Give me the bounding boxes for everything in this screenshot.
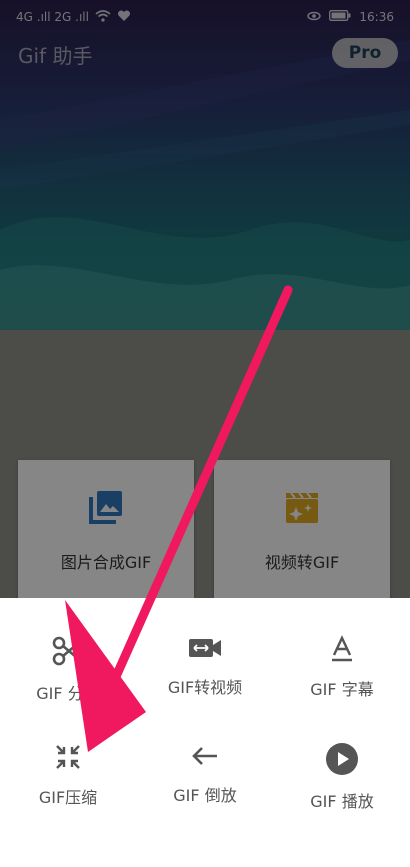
card-label: 图片合成GIF [60,553,152,572]
gif-to-video-label: GIF转视频 [167,678,243,697]
card-images-to-gif[interactable]: 图片合成GIF [18,460,194,600]
arrow-left-icon [185,742,225,770]
gif-split-button[interactable]: GIF 分割 [0,598,136,703]
gif-reverse-label: GIF 倒放 [173,786,237,805]
card-label: 视频转GIF [264,553,340,572]
status-left: 4G .ıll 2G .ıll [16,9,131,25]
battery-icon [329,10,351,24]
pro-button[interactable]: Pro [332,38,398,68]
heart-monitor-icon [117,9,131,25]
scissors-icon [48,634,88,668]
movie-sparkle-icon [282,487,322,531]
text-format-icon [322,634,362,664]
clock-time: 16:36 [359,10,394,24]
signal-indicators: 4G .ıll 2G .ıll [16,10,89,24]
gif-caption-button[interactable]: GIF 字幕 [274,598,410,699]
card-video-to-gif[interactable]: 视频转GIF [214,460,390,600]
wifi-icon [95,9,111,25]
gif-reverse-button[interactable]: GIF 倒放 [137,706,273,806]
gif-compress-label: GIF压缩 [38,788,98,807]
gif-play-button[interactable]: GIF 播放 [274,706,410,811]
status-right: 16:36 [307,10,394,24]
image-gallery-icon [86,487,126,531]
status-bar: 4G .ıll 2G .ıll 16:36 [0,0,410,34]
app-title: Gif 助手 [18,44,93,68]
gif-caption-label: GIF 字幕 [310,680,374,699]
gif-to-video-button[interactable]: GIF转视频 [137,598,273,698]
bottom-sheet: GIF 分割 GIF转视频 GIF 字幕 GIF压缩 GIF 倒放 GIF 播放 [0,598,410,867]
gif-split-label: GIF 分割 [36,684,100,703]
compress-icon [48,742,88,772]
gif-compress-button[interactable]: GIF压缩 [0,706,136,807]
video-camera-icon [185,634,225,662]
play-circle-icon [322,742,362,776]
screen: 4G .ıll 2G .ıll 16:36 Gif 助手 Pro 图片合成GIF… [0,0,410,867]
gif-play-label: GIF 播放 [310,792,374,811]
eye-icon [307,10,322,24]
